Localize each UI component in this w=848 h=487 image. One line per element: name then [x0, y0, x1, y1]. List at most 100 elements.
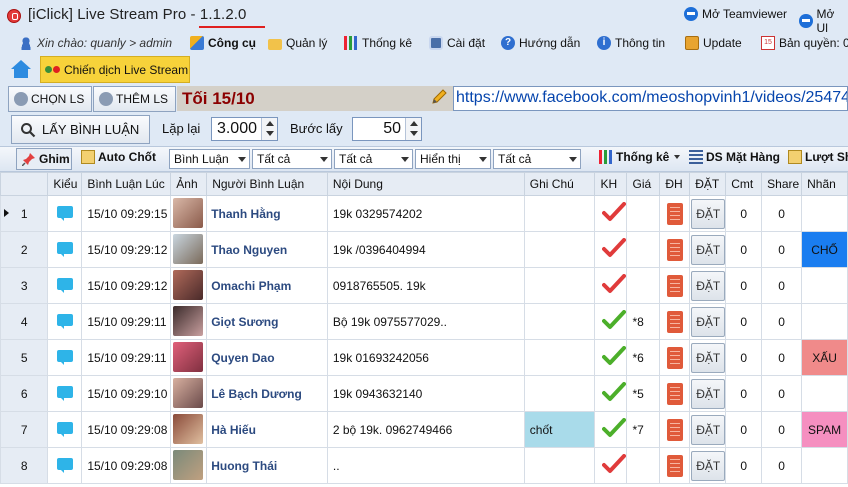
avatar-cell[interactable]: [170, 231, 208, 268]
order-cell[interactable]: [659, 195, 691, 232]
note-cell[interactable]: [523, 195, 596, 232]
label-badge[interactable]: [801, 447, 848, 484]
customer-cell[interactable]: [594, 339, 628, 376]
row-header[interactable]: 1: [0, 195, 49, 232]
teamviewer-button[interactable]: Mở Teamviewer: [684, 7, 787, 21]
row-header[interactable]: 6: [0, 375, 49, 412]
row-header[interactable]: 4: [0, 303, 49, 340]
ultraview-button[interactable]: Mở Ul: [799, 7, 848, 35]
commenter-name[interactable]: Thanh Hằng: [206, 195, 328, 232]
customer-cell[interactable]: [594, 195, 628, 232]
note-cell[interactable]: [523, 267, 596, 304]
note-cell[interactable]: [523, 303, 596, 340]
avatar-cell[interactable]: [170, 303, 208, 340]
col-header-customer[interactable]: KH: [594, 172, 628, 196]
place-order-button[interactable]: ĐẶT: [691, 307, 725, 337]
customer-cell[interactable]: [594, 231, 628, 268]
order-cell[interactable]: [659, 375, 691, 412]
note-cell[interactable]: [523, 447, 596, 484]
col-header-commenter[interactable]: Người Bình Luận: [206, 172, 328, 196]
share-count-button[interactable]: Lượt Sh: [788, 150, 848, 164]
select-livestream-button[interactable]: CHỌN LS: [8, 86, 92, 112]
col-header-time[interactable]: Bình Luận Lúc: [81, 172, 172, 196]
menu-tools[interactable]: Công cụ: [190, 36, 256, 50]
tab-campaign-livestream[interactable]: Chiến dịch Live Stream: [40, 56, 190, 83]
col-header-avatar[interactable]: Ảnh: [170, 172, 208, 196]
col-header-type[interactable]: Kiểu: [47, 172, 83, 196]
add-livestream-button[interactable]: THÊM LS: [93, 86, 176, 112]
label-badge[interactable]: XẤU: [801, 339, 848, 376]
note-cell[interactable]: [523, 231, 596, 268]
note-cell[interactable]: [523, 339, 596, 376]
place-order-button[interactable]: ĐẶT: [691, 379, 725, 409]
order-cell[interactable]: [659, 339, 691, 376]
menu-update[interactable]: Update: [685, 36, 742, 50]
col-header-price[interactable]: Giá: [626, 172, 661, 196]
pin-button[interactable]: Ghim: [16, 148, 72, 170]
home-icon[interactable]: [10, 58, 34, 82]
commenter-name[interactable]: Huong Thái: [206, 447, 328, 484]
col-header-label[interactable]: Nhãn: [801, 172, 848, 196]
step-spinner[interactable]: 50: [352, 117, 422, 141]
note-cell[interactable]: [523, 375, 596, 412]
filter-type-select[interactable]: Bình Luận: [169, 149, 250, 169]
fetch-comments-button[interactable]: LẤY BÌNH LUẬN: [11, 115, 150, 144]
table-row[interactable]: 4 15/10 09:29:11 Giọt Sương Bộ 19k 09755770…: [0, 303, 848, 340]
avatar-cell[interactable]: [170, 267, 208, 304]
avatar-cell[interactable]: [170, 195, 208, 232]
place-order-button[interactable]: ĐẶT: [691, 415, 725, 445]
commenter-name[interactable]: Omachi Phạm: [206, 267, 328, 304]
auto-close-button[interactable]: Auto Chốt: [81, 150, 156, 164]
col-header-order[interactable]: ĐH: [659, 172, 691, 196]
label-badge[interactable]: CHỐ: [801, 231, 848, 268]
customer-cell[interactable]: [594, 411, 628, 448]
commenter-name[interactable]: Thao Nguyen: [206, 231, 328, 268]
customer-cell[interactable]: [594, 267, 628, 304]
livestream-url-input[interactable]: https://www.facebook.com/meoshopvinh1/vi…: [453, 86, 848, 111]
col-header-share[interactable]: Share: [761, 172, 803, 196]
label-badge[interactable]: [801, 195, 848, 232]
place-order-button[interactable]: ĐẶT: [691, 235, 725, 265]
row-header[interactable]: 8: [0, 447, 49, 484]
customer-cell[interactable]: [594, 303, 628, 340]
product-list-button[interactable]: DS Mặt Hàng: [689, 150, 780, 164]
menu-manage[interactable]: Quản lý: [268, 36, 327, 50]
commenter-name[interactable]: Giọt Sương: [206, 303, 328, 340]
order-cell[interactable]: [659, 303, 691, 340]
customer-cell[interactable]: [594, 375, 628, 412]
row-header[interactable]: 5: [0, 339, 49, 376]
menu-license[interactable]: 15 Bản quyền: 0: [761, 36, 848, 50]
table-row[interactable]: 5 15/10 09:29:11 Quyen Dao 19k 01693242056 *…: [0, 339, 848, 376]
row-header[interactable]: 7: [0, 411, 49, 448]
avatar-cell[interactable]: [170, 339, 208, 376]
menu-guide[interactable]: ? Hướng dẫn: [501, 36, 580, 50]
filter-display-select[interactable]: Hiển thị: [415, 149, 491, 169]
order-cell[interactable]: [659, 411, 691, 448]
commenter-name[interactable]: Lê Bạch Dương: [206, 375, 328, 412]
col-header-cmt[interactable]: Cmt: [725, 172, 763, 196]
place-order-button[interactable]: ĐẶT: [691, 199, 725, 229]
repeat-spinner[interactable]: 3.000: [211, 117, 278, 141]
col-header-note[interactable]: Ghi Chú: [523, 172, 596, 196]
order-cell[interactable]: [659, 267, 691, 304]
place-order-button[interactable]: ĐẶT: [691, 451, 725, 481]
order-cell[interactable]: [659, 231, 691, 268]
table-row[interactable]: 7 15/10 09:29:08 Hà Hiếu 2 bộ 19k. 09627494…: [0, 411, 848, 448]
filter-customer-select[interactable]: Tất cả: [252, 149, 332, 169]
commenter-name[interactable]: Quyen Dao: [206, 339, 328, 376]
menu-info[interactable]: i Thông tin: [597, 36, 665, 50]
label-badge[interactable]: [801, 375, 848, 412]
place-order-button[interactable]: ĐẶT: [691, 271, 725, 301]
table-row[interactable]: 8 15/10 09:29:08 Huong Thái.. ĐẶT 0 0: [0, 447, 848, 484]
spinner-arrows-icon[interactable]: [405, 118, 421, 140]
table-row[interactable]: 1 15/10 09:29:15 Thanh Hằng 19k 0329574202 Đ…: [0, 195, 848, 232]
row-header[interactable]: 2: [0, 231, 49, 268]
commenter-name[interactable]: Hà Hiếu: [206, 411, 328, 448]
filter-status-select[interactable]: Tất cả: [334, 149, 413, 169]
menu-stats[interactable]: Thống kê: [344, 36, 412, 50]
table-row[interactable]: 2 15/10 09:29:12 Thao Nguyen 19k /039640499…: [0, 231, 848, 268]
label-badge[interactable]: SPAM: [801, 411, 848, 448]
stats-dropdown-button[interactable]: Thống kê: [599, 150, 681, 164]
spinner-arrows-icon[interactable]: [261, 118, 277, 140]
filter-label-select[interactable]: Tất cả: [493, 149, 581, 169]
